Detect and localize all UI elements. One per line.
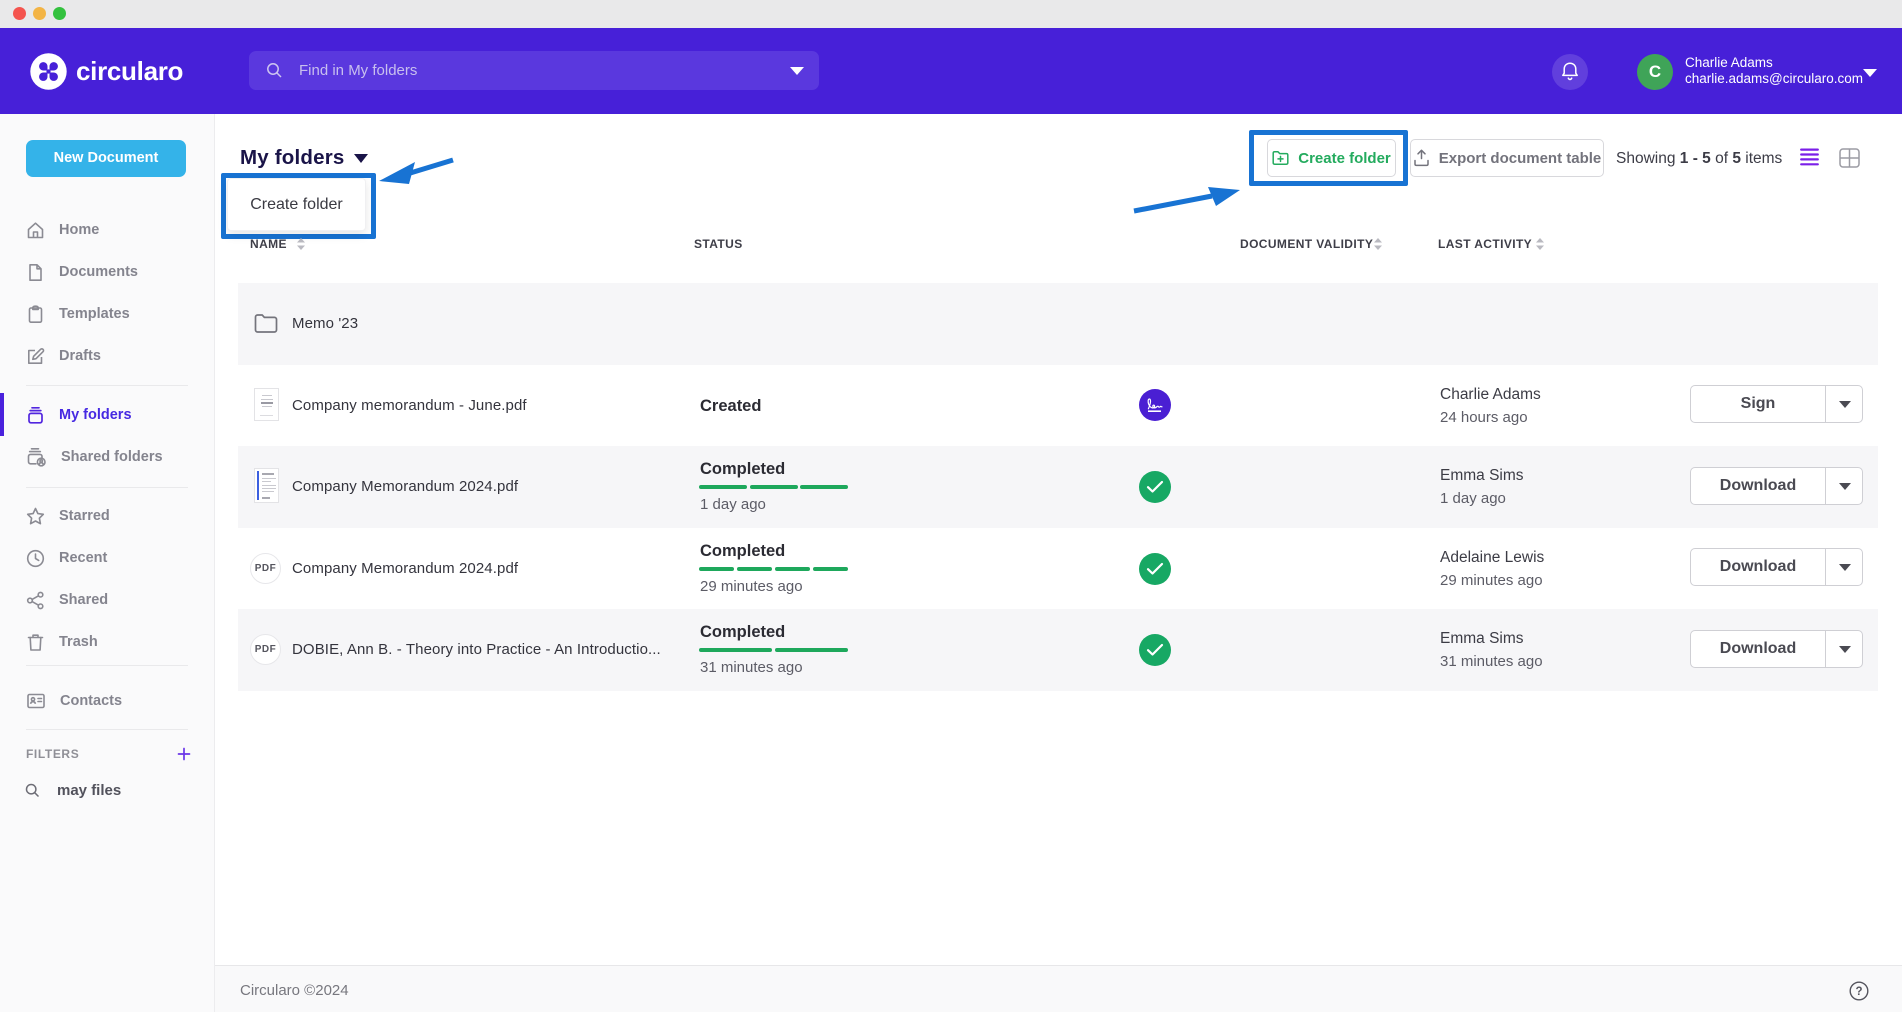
svg-text:?: ? <box>1855 986 1862 998</box>
